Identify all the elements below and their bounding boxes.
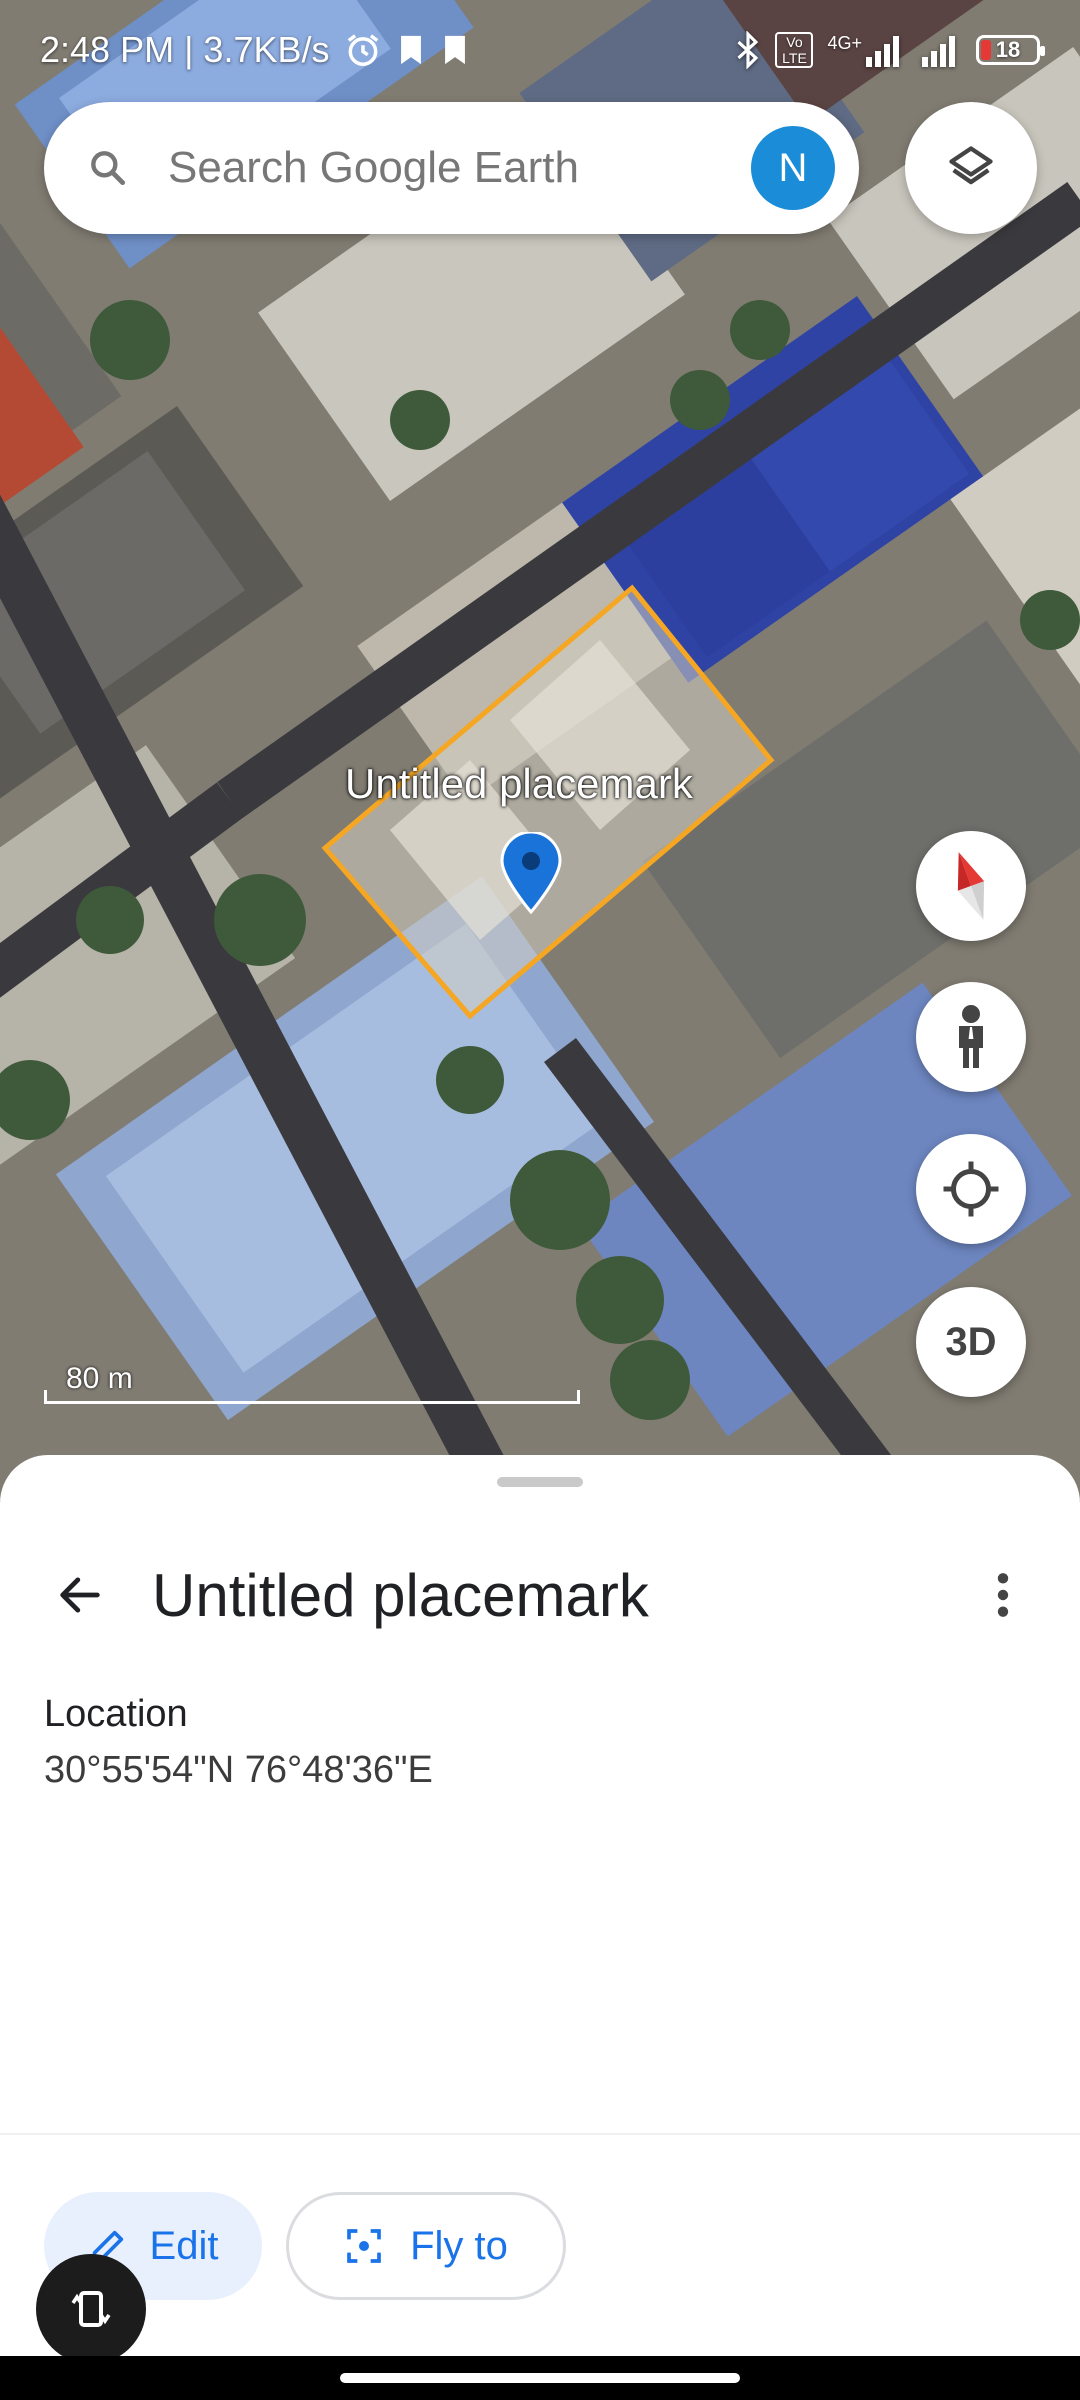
fly-to-label: Fly to [410, 2223, 508, 2268]
signal-strength-icon [866, 36, 899, 67]
status-time-speed: 2:48 PM | 3.7KB/s [40, 29, 330, 70]
placemark-label: Untitled placemark [345, 760, 693, 807]
status-bar: 2:48 PM | 3.7KB/s Vo LTE 4G+ 18 [0, 0, 1080, 100]
status-left: 2:48 PM | 3.7KB/s [40, 29, 470, 71]
3d-toggle-button[interactable]: 3D [916, 1287, 1026, 1397]
more-vert-icon [997, 1573, 1009, 1617]
placemark-pin-icon[interactable] [500, 832, 562, 914]
signal-strength-icon-2 [922, 36, 955, 67]
placemark-bottom-sheet[interactable]: Untitled placemark Location 30°55'54"N 7… [0, 1455, 1080, 2400]
scale-bar [44, 1390, 580, 1404]
fly-to-icon [347, 2229, 381, 2263]
edit-label: Edit [149, 2223, 219, 2268]
rotate-screen-button[interactable] [36, 2254, 146, 2364]
volte-indicator: Vo LTE [775, 32, 814, 68]
home-indicator[interactable] [340, 2373, 740, 2383]
status-right: Vo LTE 4G+ 18 [735, 31, 1045, 69]
sheet-title: Untitled placemark [152, 1561, 649, 1629]
back-button[interactable] [40, 1555, 120, 1635]
search-icon [91, 151, 126, 186]
alarm-icon [347, 34, 378, 66]
search-bar[interactable]: N [44, 102, 859, 234]
layers-button[interactable] [905, 102, 1037, 234]
layers-icon [949, 146, 993, 185]
location-label: Location [44, 1693, 188, 1735]
search-input[interactable] [166, 142, 751, 194]
network-type: 4G+ [827, 33, 862, 53]
rotate-screen-icon [71, 2291, 111, 2327]
signal-1: 4G+ [827, 33, 904, 67]
street-view-button[interactable] [916, 982, 1026, 1092]
my-location-icon [943, 1161, 999, 1217]
notification-bookmark-icon-2 [444, 35, 465, 65]
my-location-button[interactable] [916, 1134, 1026, 1244]
location-coordinates: 30°55'54"N 76°48'36"E [44, 1749, 433, 1791]
fly-to-button[interactable]: Fly to [286, 2192, 566, 2300]
more-options-button[interactable] [963, 1555, 1043, 1635]
drag-handle[interactable] [497, 1477, 583, 1487]
compass-button[interactable] [916, 831, 1026, 941]
pegman-icon [959, 1005, 983, 1068]
compass-icon [957, 852, 985, 920]
battery-icon: 18 [976, 35, 1045, 65]
avatar[interactable]: N [751, 126, 835, 210]
sheet-header: Untitled placemark [0, 1535, 1080, 1655]
divider [0, 2133, 1080, 2135]
notification-bookmark-icon [400, 35, 421, 65]
back-arrow-icon [60, 1577, 100, 1613]
battery-level: 18 [995, 37, 1021, 62]
bluetooth-icon [737, 31, 759, 69]
